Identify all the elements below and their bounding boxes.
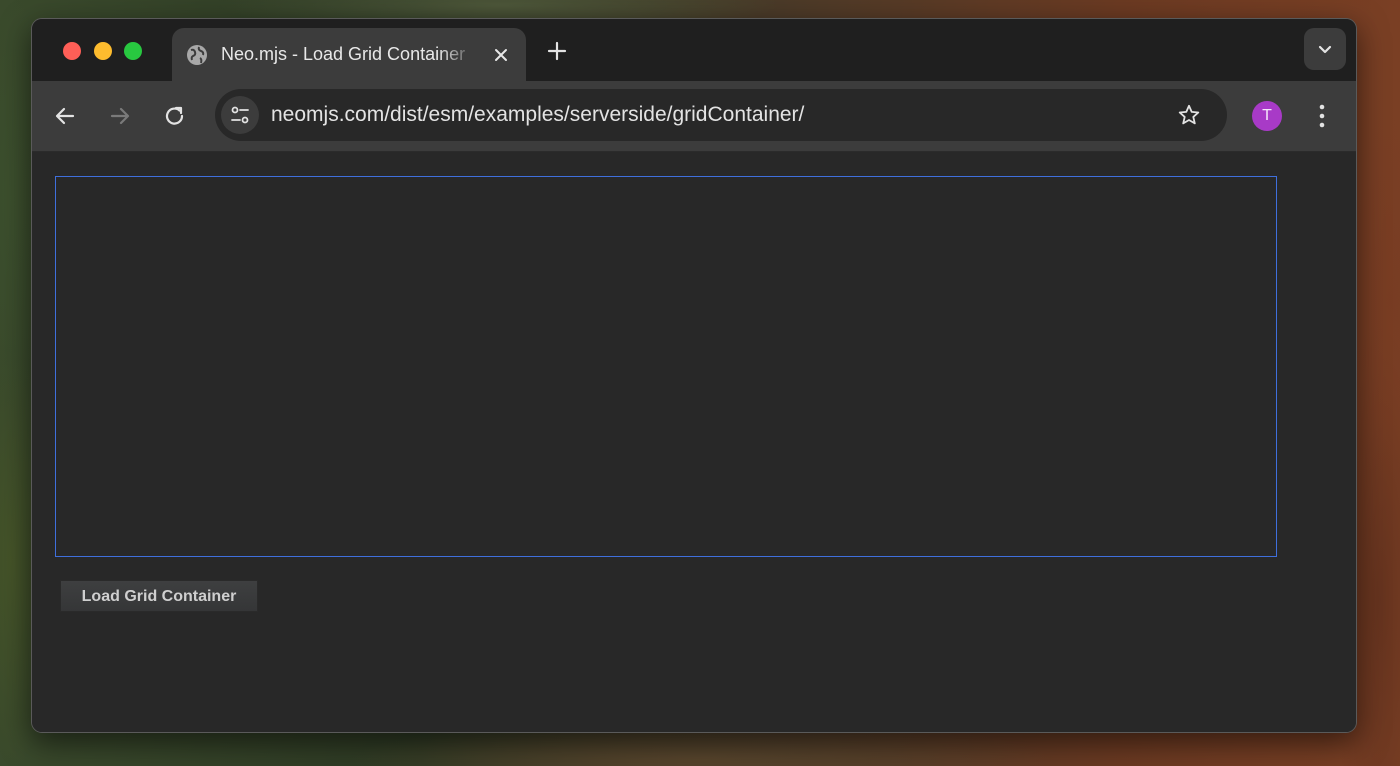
close-icon[interactable] [490,44,512,66]
tab-title: Neo.mjs - Load Grid Container [221,44,466,64]
star-icon[interactable] [1177,103,1201,127]
tab-search-button[interactable] [1304,28,1346,70]
desktop-background: Neo.mjs - Load Grid Container neomjs.com… [0,0,1400,766]
tab-active[interactable]: Neo.mjs - Load Grid Container [172,28,526,81]
profile-avatar[interactable]: T [1252,101,1282,131]
window-zoom-button[interactable] [124,42,142,60]
grid-container [55,176,1277,557]
address-bar[interactable]: neomjs.com/dist/esm/examples/serverside/… [215,89,1227,141]
reload-icon[interactable] [162,103,188,129]
site-info-button[interactable] [221,96,259,134]
tab-strip: Neo.mjs - Load Grid Container [32,19,1356,81]
load-grid-container-button[interactable]: Load Grid Container [60,580,258,612]
window-minimize-button[interactable] [94,42,112,60]
url-text[interactable]: neomjs.com/dist/esm/examples/serverside/… [271,102,804,128]
window-close-button[interactable] [63,42,81,60]
page-viewport: Load Grid Container [32,152,1356,732]
arrow-right-icon[interactable] [107,103,133,129]
more-vertical-icon[interactable] [1310,101,1334,131]
tune-icon [231,106,249,124]
plus-icon[interactable] [544,38,570,64]
chevron-down-icon [1318,45,1332,54]
globe-icon [186,44,208,66]
browser-toolbar: neomjs.com/dist/esm/examples/serverside/… [32,81,1356,152]
browser-window: Neo.mjs - Load Grid Container neomjs.com… [31,18,1357,733]
arrow-left-icon[interactable] [52,103,78,129]
